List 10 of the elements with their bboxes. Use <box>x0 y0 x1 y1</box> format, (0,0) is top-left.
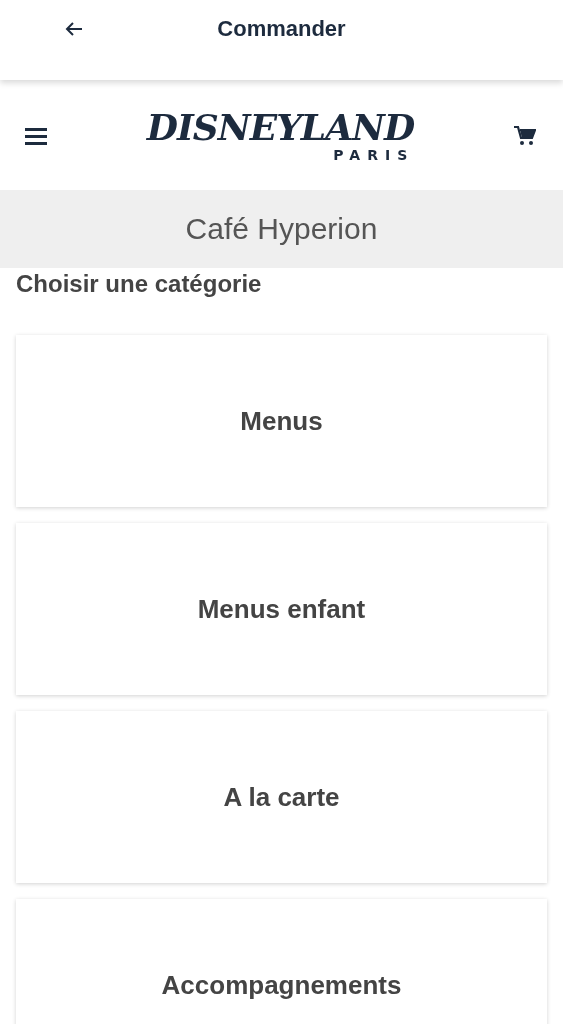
logo[interactable]: DISNEYLAND PARIS <box>146 109 415 163</box>
category-card[interactable]: Menus <box>16 335 547 507</box>
category-card[interactable]: A la carte <box>16 711 547 883</box>
page-title: Commander <box>217 16 346 42</box>
section-heading: Choisir une catégorie <box>15 269 263 298</box>
menu-icon[interactable] <box>25 127 47 145</box>
restaurant-name: Café Hyperion <box>185 212 378 246</box>
category-card[interactable]: Accompagnements <box>16 899 547 1024</box>
cart-icon[interactable] <box>514 126 536 146</box>
category-card[interactable]: Menus enfant <box>16 523 547 695</box>
